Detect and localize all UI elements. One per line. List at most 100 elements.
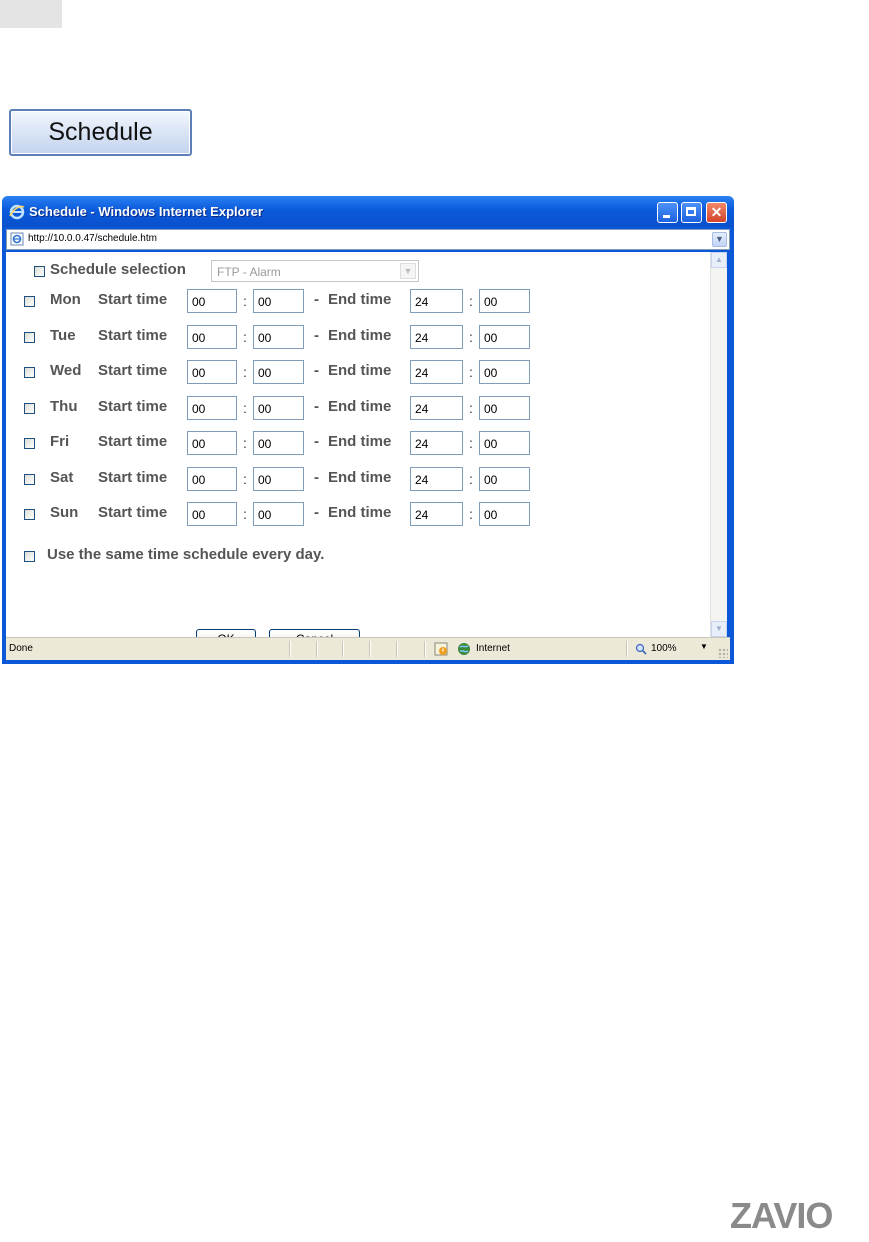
time-colon: : [243,364,247,380]
range-dash: - [314,469,319,486]
vertical-scrollbar[interactable]: ▲ ▼ [710,252,727,637]
chevron-down-icon[interactable]: ▼ [400,263,416,279]
end-hour-input[interactable]: 24 [410,431,463,455]
scroll-up-icon[interactable]: ▲ [711,252,727,268]
zoom-level[interactable]: 100% [651,643,677,654]
start-time-label: Start time [98,504,168,521]
start-hour-input[interactable]: 00 [187,289,237,313]
time-colon: : [469,506,473,522]
start-hour-input[interactable]: 00 [187,325,237,349]
time-colon: : [469,329,473,345]
start-minute-input[interactable]: 00 [253,396,304,420]
start-minute-input[interactable]: 00 [253,289,304,313]
end-minute-input[interactable]: 00 [479,467,530,491]
minimize-button[interactable] [657,202,678,223]
maximize-button[interactable] [681,202,702,223]
chevron-down-icon: ▼ [715,234,724,244]
schedule-button[interactable]: Schedule [9,109,192,156]
day-label: Fri [50,433,70,450]
day-checkbox-sun[interactable] [24,509,35,520]
end-hour-input[interactable]: 24 [410,467,463,491]
end-time-label: End time [328,291,392,308]
status-divider [342,641,344,657]
start-hour-input[interactable]: 00 [187,360,237,384]
day-label: Thu [50,398,78,415]
time-colon: : [469,471,473,487]
schedule-selection-value: FTP - Alarm [217,265,281,279]
time-colon: : [469,435,473,451]
day-checkbox-wed[interactable] [24,367,35,378]
time-colon: : [243,400,247,416]
end-time-label: End time [328,469,392,486]
end-minute-input[interactable]: 00 [479,431,530,455]
start-time-label: Start time [98,291,168,308]
address-bar[interactable]: http://10.0.0.47/schedule.htm ▼ [6,229,730,250]
end-time-label: End time [328,433,392,450]
start-minute-input[interactable]: 00 [253,502,304,526]
day-label: Sun [50,504,79,521]
day-checkbox-mon[interactable] [24,296,35,307]
corner-tab [0,0,62,28]
start-minute-input[interactable]: 00 [253,325,304,349]
zavio-logo: ZAVIO [730,1195,833,1235]
end-hour-input[interactable]: 24 [410,360,463,384]
end-hour-input[interactable]: 24 [410,289,463,313]
range-dash: - [314,398,319,415]
day-checkbox-thu[interactable] [24,403,35,414]
start-minute-input[interactable]: 00 [253,467,304,491]
magnifier-icon[interactable] [635,643,647,655]
same-schedule-checkbox[interactable] [24,551,35,562]
time-colon: : [243,293,247,309]
schedule-selection-checkbox[interactable] [34,266,45,277]
status-divider [369,641,371,657]
warning-icon[interactable] [434,642,448,656]
page-icon [10,232,24,246]
end-minute-input[interactable]: 00 [479,396,530,420]
range-dash: - [314,327,319,344]
close-button[interactable]: ✕ [706,202,727,223]
minimize-icon [663,215,670,218]
time-colon: : [243,506,247,522]
scroll-down-icon[interactable]: ▼ [711,621,727,637]
status-divider [316,641,318,657]
start-hour-input[interactable]: 00 [187,467,237,491]
end-hour-input[interactable]: 24 [410,325,463,349]
end-time-label: End time [328,398,392,415]
schedule-selection-select[interactable]: FTP - Alarm ▼ [211,260,419,282]
range-dash: - [314,433,319,450]
start-minute-input[interactable]: 00 [253,360,304,384]
ie-logo-icon [9,204,25,220]
end-minute-input[interactable]: 00 [479,360,530,384]
end-hour-input[interactable]: 24 [410,396,463,420]
chevron-down-icon[interactable]: ▼ [700,642,708,651]
svg-text:ZAVIO: ZAVIO [730,1195,832,1235]
end-time-label: End time [328,362,392,379]
day-label: Wed [50,362,82,379]
end-minute-input[interactable]: 00 [479,325,530,349]
end-minute-input[interactable]: 00 [479,289,530,313]
time-colon: : [469,400,473,416]
start-hour-input[interactable]: 00 [187,396,237,420]
status-divider [424,641,426,657]
globe-icon [458,643,470,655]
end-hour-input[interactable]: 24 [410,502,463,526]
day-label: Tue [50,327,76,344]
start-minute-input[interactable]: 00 [253,431,304,455]
start-time-label: Start time [98,327,168,344]
resize-grip-icon[interactable] [718,648,728,658]
time-colon: : [469,364,473,380]
close-icon: ✕ [710,204,723,220]
day-checkbox-tue[interactable] [24,332,35,343]
start-hour-input[interactable]: 00 [187,431,237,455]
start-time-label: Start time [98,433,168,450]
day-checkbox-sat[interactable] [24,474,35,485]
start-hour-input[interactable]: 00 [187,502,237,526]
window-title: Schedule - Windows Internet Explorer [29,204,263,219]
status-divider [289,641,291,657]
range-dash: - [314,504,319,521]
address-dropdown[interactable]: ▼ [712,232,727,247]
range-dash: - [314,362,319,379]
day-checkbox-fri[interactable] [24,438,35,449]
time-colon: : [243,471,247,487]
end-minute-input[interactable]: 00 [479,502,530,526]
